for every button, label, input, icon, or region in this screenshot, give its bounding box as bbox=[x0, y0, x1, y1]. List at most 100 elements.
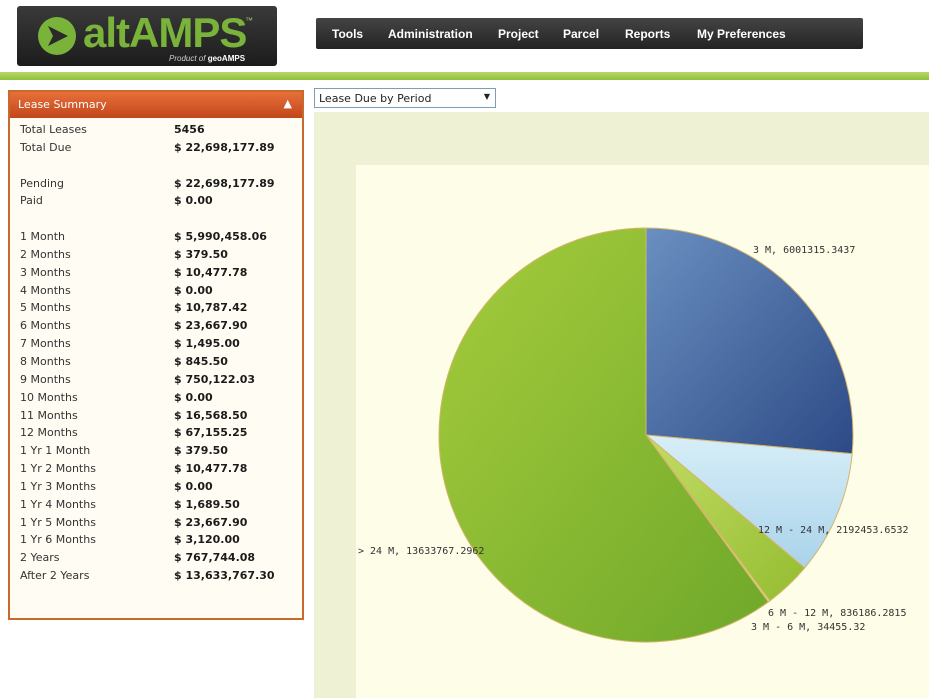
lease-summary-row bbox=[10, 158, 302, 176]
row-label: 3 Months bbox=[20, 265, 71, 279]
row-label: 1 Yr 3 Months bbox=[20, 479, 96, 493]
lease-summary-row: Total Leases 5456 bbox=[10, 122, 302, 140]
pie-slice-label: 3 M - 6 M, 34455.32 bbox=[751, 622, 865, 633]
row-label: 9 Months bbox=[20, 372, 71, 386]
lease-summary-row: After 2 Years $ 13,633,767.30 bbox=[10, 568, 302, 586]
row-value: $ 379.50 bbox=[174, 444, 228, 458]
lease-summary-panel: Lease Summary ▲ Total Leases 5456 Total Du… bbox=[8, 90, 304, 620]
lease-summary-row: 1 Yr 2 Months $ 10,477.78 bbox=[10, 461, 302, 479]
row-value: $ 67,155.25 bbox=[174, 426, 248, 440]
pie-slice-label: 12 M - 24 M, 2192453.6532 bbox=[758, 525, 909, 536]
lease-summary-row: 8 Months $ 845.50 bbox=[10, 354, 302, 372]
lease-summary-row: 11 Months $ 16,568.50 bbox=[10, 408, 302, 426]
row-label: 1 Yr 4 Months bbox=[20, 497, 96, 511]
nav-tools[interactable]: Tools bbox=[332, 27, 363, 41]
row-label: 2 Years bbox=[20, 551, 60, 565]
row-label: 2 Months bbox=[20, 247, 71, 261]
row-value: $ 5,990,458.06 bbox=[174, 230, 267, 244]
nav-reports[interactable]: Reports bbox=[625, 27, 670, 41]
main-nav: Tools Administration Project Parcel Repo… bbox=[316, 18, 863, 49]
row-label: 12 Months bbox=[20, 426, 78, 440]
row-value: $ 23,667.90 bbox=[174, 515, 248, 529]
pie-slice-label: 6 M - 12 M, 836186.2815 bbox=[768, 608, 906, 619]
row-value: $ 0.00 bbox=[174, 194, 213, 208]
row-label: 6 Months bbox=[20, 319, 71, 333]
row-label: Total Leases bbox=[20, 123, 87, 136]
pie-chart: 3 M, 6001315.3437 12 M - 24 M, 2192453.65… bbox=[358, 227, 909, 643]
row-value: $ 845.50 bbox=[174, 354, 228, 368]
collapse-chevron-icon[interactable]: ▲ bbox=[284, 97, 292, 110]
pie-slice-label: > 24 M, 13633767.2962 bbox=[358, 546, 484, 557]
row-value: $ 22,698,177.89 bbox=[174, 140, 275, 154]
row-label: 7 Months bbox=[20, 337, 71, 351]
pie-slice[interactable] bbox=[645, 227, 854, 455]
pie-slice-label: 3 M, 6001315.3437 bbox=[753, 245, 855, 256]
logo-wordmark: altAMPS bbox=[83, 9, 247, 56]
lease-summary-row: 12 Months $ 67,155.25 bbox=[10, 425, 302, 443]
nav-administration[interactable]: Administration bbox=[388, 27, 473, 41]
row-value: $ 767,744.08 bbox=[174, 551, 256, 565]
lease-summary-row: Paid $ 0.00 bbox=[10, 193, 302, 211]
lease-summary-row: Pending $ 22,698,177.89 bbox=[10, 176, 302, 194]
row-label: 1 Month bbox=[20, 230, 65, 244]
row-value: $ 750,122.03 bbox=[174, 372, 256, 386]
row-value: $ 10,477.78 bbox=[174, 462, 248, 476]
lease-summary-row: 10 Months $ 0.00 bbox=[10, 390, 302, 408]
row-value: $ 10,787.42 bbox=[174, 301, 248, 315]
app-header: altAMPS ™ Product of geoAMPS Tools Admin… bbox=[0, 0, 929, 84]
row-label: 1 Yr 1 Month bbox=[20, 444, 91, 458]
lease-summary-row: 2 Months $ 379.50 bbox=[10, 247, 302, 265]
row-value: $ 16,568.50 bbox=[174, 408, 248, 422]
lease-summary-row: 9 Months $ 750,122.03 bbox=[10, 372, 302, 390]
dropdown-arrow-icon[interactable]: ▼ bbox=[484, 92, 490, 101]
row-value: $ 1,689.50 bbox=[174, 497, 240, 511]
row-label: Pending bbox=[20, 176, 64, 190]
row-label: After 2 Years bbox=[20, 569, 90, 583]
lease-summary-row: 1 Yr 4 Months $ 1,689.50 bbox=[10, 497, 302, 515]
row-value: $ 0.00 bbox=[174, 390, 213, 404]
row-label: 1 Yr 6 Months bbox=[20, 533, 96, 547]
row-label: 8 Months bbox=[20, 354, 71, 368]
lease-summary-row bbox=[10, 211, 302, 229]
row-label: 1 Yr 5 Months bbox=[20, 515, 96, 529]
logo-trademark: ™ bbox=[245, 16, 253, 25]
lease-summary-row: 3 Months $ 10,477.78 bbox=[10, 265, 302, 283]
row-value: $ 13,633,767.30 bbox=[174, 569, 275, 583]
row-label: 4 Months bbox=[20, 283, 71, 297]
app-logo[interactable]: altAMPS ™ Product of geoAMPS bbox=[17, 6, 277, 66]
row-value: $ 23,667.90 bbox=[174, 319, 248, 333]
nav-my-preferences[interactable]: My Preferences bbox=[697, 27, 786, 41]
logo-tagline-brand: geoAMPS bbox=[207, 54, 246, 63]
nav-project[interactable]: Project bbox=[498, 27, 539, 41]
lease-summary-row: 1 Yr 6 Months $ 3,120.00 bbox=[10, 532, 302, 550]
row-value: $ 0.00 bbox=[174, 479, 213, 493]
row-value: $ 1,495.00 bbox=[174, 337, 240, 351]
row-value: $ 22,698,177.89 bbox=[174, 176, 275, 190]
row-label: 10 Months bbox=[20, 390, 78, 404]
row-value: 5456 bbox=[174, 123, 205, 136]
lease-summary-title: Lease Summary bbox=[18, 98, 107, 111]
row-value: $ 3,120.00 bbox=[174, 533, 240, 547]
report-select[interactable]: Lease Due by Period ▼ bbox=[314, 88, 496, 108]
row-label: Paid bbox=[20, 194, 43, 208]
row-value: $ 10,477.78 bbox=[174, 265, 248, 279]
logo-tagline: Product of geoAMPS bbox=[169, 54, 245, 63]
lease-summary-row: 4 Months $ 0.00 bbox=[10, 283, 302, 301]
row-label: 11 Months bbox=[20, 408, 78, 422]
lease-summary-header[interactable]: Lease Summary ▲ bbox=[10, 92, 302, 118]
lease-summary-row: 1 Month $ 5,990,458.06 bbox=[10, 229, 302, 247]
report-select-value: Lease Due by Period bbox=[319, 92, 432, 105]
lease-summary-row: 6 Months $ 23,667.90 bbox=[10, 318, 302, 336]
row-label: 5 Months bbox=[20, 301, 71, 315]
row-value: $ 379.50 bbox=[174, 247, 228, 261]
logo-emblem-icon bbox=[38, 17, 76, 55]
lease-summary-row: 7 Months $ 1,495.00 bbox=[10, 336, 302, 354]
nav-parcel[interactable]: Parcel bbox=[563, 27, 599, 41]
logo-tagline-prefix: Product of bbox=[169, 54, 206, 63]
lease-summary-rows: Total Leases 5456 Total Due $ 22,698,177.89… bbox=[10, 122, 302, 586]
lease-summary-row: 1 Yr 5 Months $ 23,667.90 bbox=[10, 515, 302, 533]
lease-summary-row: Total Due $ 22,698,177.89 bbox=[10, 140, 302, 158]
row-label: 1 Yr 2 Months bbox=[20, 462, 96, 476]
lease-summary-row: 1 Yr 3 Months $ 0.00 bbox=[10, 479, 302, 497]
row-label: Total Due bbox=[20, 140, 72, 154]
